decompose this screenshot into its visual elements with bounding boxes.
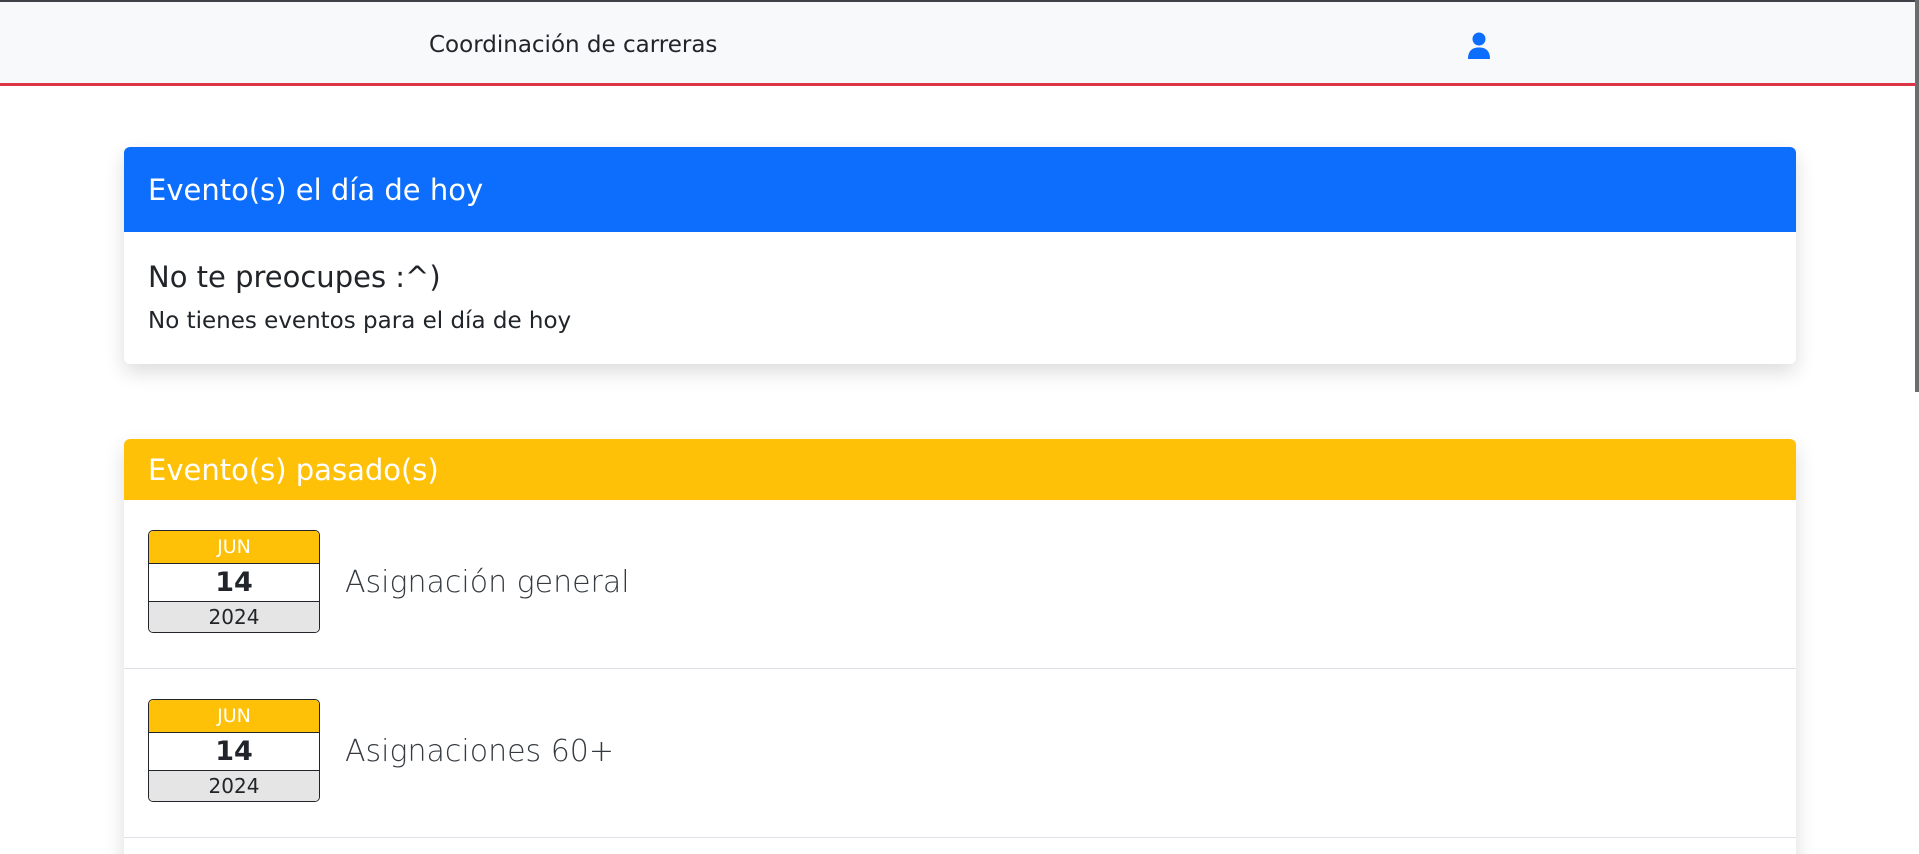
event-day: 14 xyxy=(149,733,319,771)
today-events-body: No te preocupes :^) No tienes eventos pa… xyxy=(124,232,1796,334)
event-item[interactable]: JUN 14 2024 Asignación general xyxy=(124,500,1796,669)
empty-state-heading: No te preocupes :^) xyxy=(148,260,441,294)
today-events-header: Evento(s) el día de hoy xyxy=(124,147,1796,232)
page: Coordinación de carreras Evento(s) el dí… xyxy=(0,0,1919,854)
event-date-badge: JUN 14 2024 xyxy=(148,530,320,633)
event-day: 14 xyxy=(149,564,319,602)
user-icon[interactable] xyxy=(1467,32,1491,60)
event-title[interactable]: Asignaciones 60+ xyxy=(345,734,614,769)
nav-title[interactable]: Coordinación de carreras xyxy=(429,32,717,58)
event-date-badge: JUN 14 2024 xyxy=(148,699,320,802)
scrollbar[interactable] xyxy=(1915,0,1919,854)
event-month: JUN xyxy=(149,531,319,564)
past-events-title: Evento(s) pasado(s) xyxy=(148,452,439,487)
top-navbar: Coordinación de carreras xyxy=(0,0,1919,86)
past-events-header: Evento(s) pasado(s) xyxy=(124,439,1796,500)
event-year: 2024 xyxy=(149,602,319,632)
today-events-title: Evento(s) el día de hoy xyxy=(148,172,484,207)
past-events-card: Evento(s) pasado(s) JUN 14 2024 Asignaci… xyxy=(124,439,1796,854)
event-month: JUN xyxy=(149,700,319,733)
today-events-card: Evento(s) el día de hoy No te preocupes … xyxy=(124,147,1796,364)
event-item[interactable]: JUN 14 2024 Asignaciones 60+ xyxy=(124,669,1796,838)
scrollbar-thumb[interactable] xyxy=(1915,0,1919,392)
event-title[interactable]: Asignación general xyxy=(345,565,630,600)
event-year: 2024 xyxy=(149,771,319,801)
empty-state-text: No tienes eventos para el día de hoy xyxy=(148,308,572,334)
